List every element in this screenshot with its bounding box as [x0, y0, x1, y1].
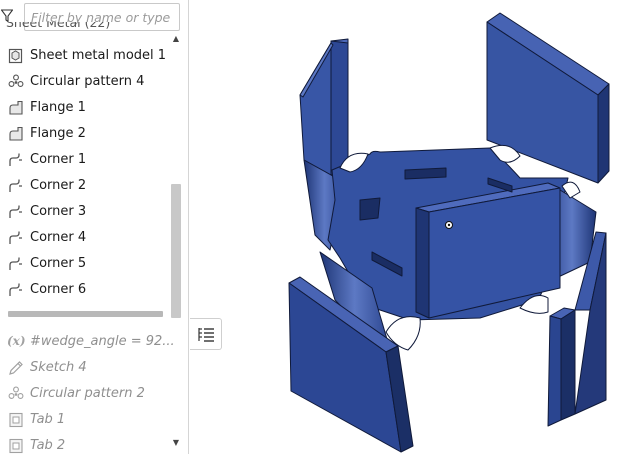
- feature-item[interactable]: Circular pattern 4: [0, 69, 170, 95]
- feature-item-rolled-back[interactable]: Tab 1: [0, 407, 170, 433]
- feature-label: Sketch 4: [30, 360, 87, 375]
- sketch-icon: [9, 361, 23, 375]
- circular-pattern-icon: [8, 386, 24, 399]
- feature-item[interactable]: Corner 6: [0, 277, 170, 303]
- feature-label: Corner 1: [30, 152, 87, 167]
- feature-item[interactable]: Flange 1: [0, 95, 170, 121]
- filter-icon[interactable]: [1, 9, 13, 23]
- feature-label: Corner 5: [30, 256, 87, 271]
- circular-pattern-icon: [8, 74, 24, 87]
- feature-item[interactable]: Corner 1: [0, 147, 170, 173]
- feature-label: Corner 3: [30, 204, 87, 219]
- feature-label: Corner 2: [30, 178, 87, 193]
- feature-item[interactable]: Corner 4: [0, 225, 170, 251]
- feature-label: #wedge_angle = 92...: [30, 334, 175, 349]
- scroll-up-arrow-icon[interactable]: ▲: [170, 34, 182, 44]
- feature-item-rolled-back[interactable]: Circular pattern 2: [0, 381, 170, 407]
- sheet-metal-model-icon: [8, 48, 23, 64]
- folder-header-label: Sheet Metal (22): [6, 22, 111, 30]
- feature-label: Corner 6: [30, 282, 87, 297]
- tab-icon: [9, 438, 23, 454]
- feature-label: Circular pattern 4: [30, 74, 145, 89]
- feature-item-rolled-back[interactable]: Sketch 4: [0, 355, 170, 381]
- feature-item[interactable]: Sheet metal model 1: [0, 43, 170, 69]
- feature-item[interactable]: Corner 5: [0, 251, 170, 277]
- corner-icon: [9, 231, 22, 244]
- corner-icon: [9, 283, 22, 296]
- rollback-bar[interactable]: [8, 311, 163, 317]
- corner-icon: [9, 257, 22, 270]
- feature-item-rolled-back[interactable]: Tab 2: [0, 433, 170, 454]
- variable-icon: (x): [7, 334, 26, 348]
- feature-label: Sheet metal model 1: [30, 48, 167, 63]
- feature-label: Tab 2: [30, 438, 66, 453]
- sheet-metal-part[interactable]: [189, 0, 629, 454]
- flange-icon: [9, 100, 23, 115]
- flange-icon: [9, 126, 23, 141]
- corner-icon: [9, 179, 22, 192]
- feature-list-scrollbar[interactable]: ▲ ▼: [170, 31, 182, 454]
- feature-label: Tab 1: [30, 412, 66, 427]
- feature-label: Corner 4: [30, 230, 87, 245]
- folder-header[interactable]: Sheet Metal (22): [6, 22, 110, 36]
- feature-item[interactable]: Corner 3: [0, 199, 170, 225]
- feature-label: Flange 2: [30, 126, 86, 141]
- corner-icon: [9, 205, 22, 218]
- feature-list-panel: Sheet Metal (22) Sheet metal model 1 Cir…: [0, 0, 189, 454]
- feature-item-rolled-back[interactable]: (x) #wedge_angle = 92...: [0, 329, 175, 355]
- feature-label: Flange 1: [30, 100, 86, 115]
- feature-item[interactable]: Flange 2: [0, 121, 170, 147]
- scroll-thumb[interactable]: [171, 184, 181, 318]
- corner-icon: [9, 153, 22, 166]
- tab-icon: [9, 412, 23, 428]
- scroll-down-arrow-icon[interactable]: ▼: [170, 438, 182, 448]
- feature-label: Circular pattern 2: [30, 386, 145, 401]
- graphics-viewport[interactable]: [189, 0, 629, 454]
- feature-item[interactable]: Corner 2: [0, 173, 170, 199]
